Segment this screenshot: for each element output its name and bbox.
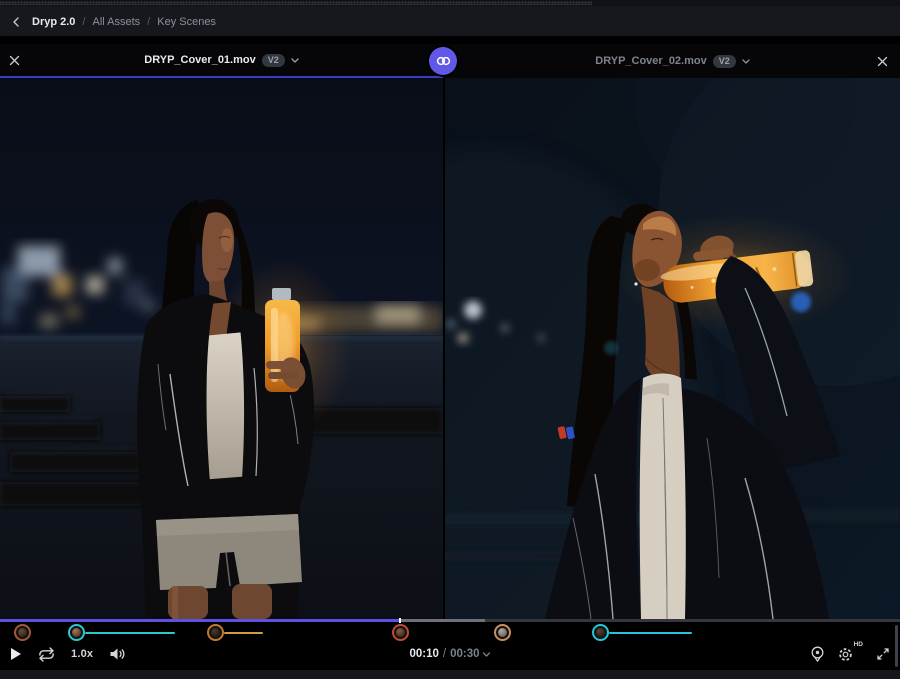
breadcrumb-all-assets[interactable]: All Assets — [92, 16, 140, 28]
playback-speed-button[interactable]: 1.0x — [71, 648, 93, 660]
annotation-pin-button[interactable] — [810, 646, 825, 663]
chevron-down-icon — [483, 652, 491, 657]
gear-icon — [838, 647, 853, 662]
time-separator: / — [443, 648, 446, 660]
time-display: 00:10 / 00:30 — [409, 648, 490, 660]
current-time: 00:10 — [409, 648, 438, 660]
scrollbar-thumb[interactable] — [895, 625, 898, 667]
compare-player-window: Dryp 2.0 / All Assets / Key Scenes DRYP_… — [0, 0, 900, 679]
video-frame-left-art — [0, 78, 443, 619]
pane-header-right: DRYP_Cover_02.mov V2 — [445, 44, 900, 78]
right-filename: DRYP_Cover_02.mov — [595, 55, 706, 67]
left-filename: DRYP_Cover_01.mov — [144, 54, 255, 66]
controls-right-group: HD — [810, 646, 890, 663]
close-icon — [9, 55, 20, 66]
duration-selector[interactable]: 00:30 — [450, 648, 490, 660]
comment-marker[interactable] — [14, 624, 31, 641]
commenter-avatar — [72, 628, 81, 637]
sync-link-players-button[interactable] — [429, 47, 457, 75]
play-icon — [10, 647, 22, 661]
chevron-left-icon — [12, 17, 20, 27]
player-bottom-bar: 1.0x 00:10 / 00:30 — [0, 619, 900, 670]
window-edge-texture — [0, 0, 900, 6]
chevron-down-icon — [742, 59, 750, 64]
chevron-down-icon — [291, 58, 299, 63]
loop-button[interactable] — [38, 647, 55, 662]
volume-button[interactable] — [109, 647, 126, 661]
speaker-icon — [109, 647, 126, 661]
close-left-pane-button[interactable] — [6, 52, 22, 68]
window-footer-strip — [0, 670, 900, 679]
breadcrumb-separator: / — [147, 16, 150, 28]
video-player-left[interactable] — [0, 78, 443, 619]
comment-marker[interactable] — [494, 624, 511, 641]
annotation-range-line — [85, 632, 175, 634]
chain-link-icon — [435, 54, 452, 68]
breadcrumb: Dryp 2.0 / All Assets / Key Scenes — [0, 0, 900, 36]
annotation-range-line — [224, 632, 263, 634]
left-version-badge: V2 — [262, 54, 285, 67]
back-button[interactable] — [12, 17, 20, 27]
comment-marker[interactable] — [68, 624, 85, 641]
right-version-badge: V2 — [713, 55, 736, 68]
breadcrumb-project[interactable]: Dryp 2.0 — [32, 16, 75, 28]
pane-header-left: DRYP_Cover_01.mov V2 — [0, 44, 443, 78]
breadcrumb-folder[interactable]: Key Scenes — [157, 16, 216, 28]
breadcrumb-separator: / — [82, 16, 85, 28]
playback-controls: 1.0x 00:10 / 00:30 — [0, 640, 900, 668]
quality-badge: HD — [854, 641, 863, 648]
comment-marker[interactable] — [207, 624, 224, 641]
location-pin-icon — [810, 646, 825, 663]
quality-settings-button[interactable]: HD — [838, 647, 863, 662]
loop-icon — [38, 647, 55, 662]
spacer — [0, 36, 900, 44]
close-icon — [877, 56, 888, 67]
comment-marker[interactable] — [592, 624, 609, 641]
left-file-selector[interactable]: DRYP_Cover_01.mov V2 — [144, 54, 299, 67]
annotation-range-line — [609, 632, 692, 634]
play-button[interactable] — [10, 647, 22, 661]
commenter-avatar — [396, 628, 405, 637]
comment-marker[interactable] — [392, 624, 409, 641]
controls-left-group: 1.0x — [10, 647, 126, 662]
duration-value: 00:30 — [450, 648, 479, 660]
commenter-avatar — [596, 628, 605, 637]
video-frame-right-art — [445, 78, 900, 619]
compare-header: DRYP_Cover_01.mov V2 DRYP_Cover_02.mov V… — [0, 44, 900, 78]
video-player-right[interactable] — [445, 78, 900, 619]
commenter-avatar — [211, 628, 220, 637]
right-file-selector[interactable]: DRYP_Cover_02.mov V2 — [595, 55, 750, 68]
commenter-avatar — [498, 628, 507, 637]
video-row — [0, 78, 900, 619]
commenter-avatar — [18, 628, 27, 637]
expand-icon — [876, 647, 890, 661]
close-right-pane-button[interactable] — [874, 53, 890, 69]
fullscreen-button[interactable] — [876, 647, 890, 661]
